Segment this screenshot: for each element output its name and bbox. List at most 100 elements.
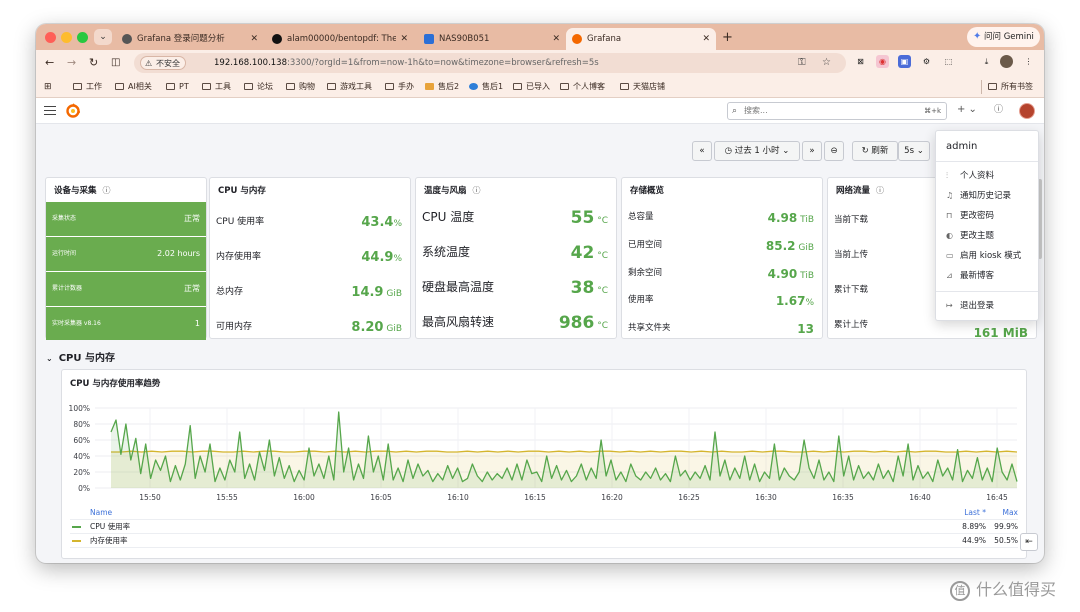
refresh-interval-select[interactable]: 5s ⌄ <box>898 141 930 161</box>
bookmark-folder[interactable]: 论坛 <box>244 80 273 94</box>
time-shift-forward-button[interactable]: » <box>802 141 822 161</box>
stat-row: 总容量 4.98 TiB <box>628 211 814 225</box>
address-bar[interactable]: ⚠ 不安全 192.168.100.138:3300/?orgId=1&from… <box>134 53 846 73</box>
bookmark-item[interactable]: 售后2 <box>425 80 459 94</box>
zoom-out-icon[interactable]: ⊖ <box>824 141 844 161</box>
browser-tab-3[interactable]: NAS90B051 ✕ <box>418 28 566 50</box>
site-info-chip[interactable]: ⚠ 不安全 <box>140 56 186 70</box>
add-menu-button[interactable]: + ⌄ <box>957 103 977 117</box>
extension-blue-icon[interactable]: ▣ <box>898 55 911 68</box>
search-input[interactable]: ⌕ 搜索... ⌘+k <box>727 102 947 120</box>
x-tick-label: 16:35 <box>832 493 854 502</box>
legend-row-cpu[interactable]: CPU 使用率 8.89% 99.9% <box>70 520 1018 534</box>
folder-icon <box>166 83 175 90</box>
key-icon[interactable]: ⚿ <box>798 56 806 70</box>
menu-icon[interactable] <box>44 106 56 115</box>
stat-row: 实时采集器 v8.16 1 <box>46 307 206 340</box>
extensions-icon[interactable]: ⬚ <box>942 55 955 68</box>
gemini-button[interactable]: ✦ 问问 Gemini <box>967 27 1040 47</box>
all-bookmarks[interactable]: 所有书签 <box>981 80 1033 94</box>
time-range-picker[interactable]: ◷ 过去 1 小时 ⌄ <box>714 141 800 161</box>
legend-last-header[interactable]: Last * <box>964 506 986 520</box>
browser-tab-2[interactable]: alam00000/bentopdf: The Pr ✕ <box>266 28 414 50</box>
folder-icon <box>513 83 522 90</box>
info-icon[interactable]: ⓘ <box>473 186 481 195</box>
folder-icon <box>327 83 336 90</box>
bookmark-folder[interactable]: 工作 <box>73 80 102 94</box>
browser-tab-1[interactable]: Grafana 登录问题分析 ✕ <box>116 28 264 50</box>
browser-menu-icon[interactable]: ⋮ <box>1022 55 1035 68</box>
menu-item-sign-out[interactable]: ↦ 退出登录 <box>946 299 1032 313</box>
extension-gear-icon[interactable]: ⚙ <box>920 55 933 68</box>
menu-item-change-password[interactable]: ⊓ 更改密码 <box>946 209 1032 223</box>
bookmark-folder[interactable]: 游戏工具 <box>327 80 372 94</box>
menu-item-change-theme[interactable]: ◐ 更改主题 <box>946 229 1032 243</box>
info-icon[interactable]: ⓘ <box>876 186 884 195</box>
bookmark-folder[interactable]: AI相关 <box>115 80 152 94</box>
close-window-button[interactable] <box>45 32 56 43</box>
section-row-cpu-memory[interactable]: ⌄ CPU 与内存 <box>46 349 115 364</box>
legend-max-header[interactable]: Max <box>1002 506 1018 520</box>
menu-item-latest-blog[interactable]: ⊿ 最新博客 <box>946 269 1032 283</box>
legend-name-header[interactable]: Name <box>90 506 112 520</box>
download-icon[interactable]: ⤓ <box>980 55 993 68</box>
user-avatar[interactable] <box>1019 103 1035 119</box>
warning-icon: ⚠ <box>145 59 153 68</box>
minimize-window-button[interactable] <box>61 32 72 43</box>
sidebar-toggle-icon[interactable]: ◫ <box>111 55 120 71</box>
grafana-logo-icon[interactable] <box>65 103 81 119</box>
menu-item-notifications[interactable]: ♫ 通知历史记录 <box>946 189 1032 203</box>
app-icon <box>469 83 478 90</box>
stat-row: 系统温度 42 °C <box>422 243 608 263</box>
forward-icon[interactable]: → <box>67 55 76 71</box>
time-shift-back-button[interactable]: « <box>692 141 712 161</box>
help-icon[interactable]: ⓘ <box>994 103 1003 117</box>
user-dropdown-menu: admin ⫶ 个人资料 ♫ 通知历史记录 ⊓ 更改密码 ◐ 更改主题 ▭ 启用 kios… <box>935 130 1039 321</box>
bookmark-folder[interactable]: PT <box>166 80 189 94</box>
y-tick-label: 60% <box>73 436 90 445</box>
bookmark-folder[interactable]: 工具 <box>202 80 231 94</box>
bookmark-folder[interactable]: 购物 <box>286 80 315 94</box>
apps-grid-icon[interactable]: ⊞ <box>44 80 52 94</box>
sign-out-icon: ↦ <box>946 301 953 310</box>
info-icon[interactable]: ⓘ <box>103 186 111 195</box>
url-text[interactable]: 192.168.100.138:3300/?orgId=1&from=now-1… <box>214 53 599 73</box>
refresh-button[interactable]: ↻ 刷新 <box>852 141 898 161</box>
bookmark-folder[interactable]: 天猫店铺 <box>620 80 665 94</box>
menu-item-kiosk-mode[interactable]: ▭ 启用 kiosk 模式 <box>946 249 1032 263</box>
bookmark-folder[interactable]: 已导入 <box>513 80 550 94</box>
close-tab-icon[interactable]: ✕ <box>552 28 560 50</box>
stat-row: 剩余空间 4.90 TiB <box>628 267 814 281</box>
clock-icon: ◷ <box>724 146 733 156</box>
menu-divider <box>936 161 1038 162</box>
extension-pink-icon[interactable]: ◉ <box>876 55 889 68</box>
nas-icon <box>424 34 434 44</box>
bookmark-folder[interactable]: 手办 <box>385 80 414 94</box>
profile-avatar[interactable] <box>1000 55 1013 68</box>
folder-icon <box>286 83 295 90</box>
maximize-window-button[interactable] <box>77 32 88 43</box>
panel-temperature-fan: 温度与风扇 ⓘ CPU 温度 55 °C 系统温度 42 °C 硬盘最高温度 38 °C… <box>415 177 617 339</box>
bookmark-folder[interactable]: 个人博客 <box>560 80 605 94</box>
back-icon[interactable]: ← <box>45 55 54 71</box>
bookmarks-bar: ⊞ 工作 AI相关 PT 工具 论坛 购物 游戏工具 手办 售后2 售后1 已导… <box>36 76 1044 98</box>
menu-item-profile[interactable]: ⫶ 个人资料 <box>946 169 1032 183</box>
tab-search-button[interactable]: ⌄ <box>94 29 112 45</box>
close-tab-icon[interactable]: ✕ <box>250 28 258 50</box>
browser-tab-active[interactable]: Grafana ✕ <box>566 28 716 50</box>
collapse-panel-icon[interactable]: ⇤ <box>1020 533 1038 551</box>
palette-icon: ◐ <box>946 231 953 240</box>
new-tab-button[interactable]: + <box>722 28 733 48</box>
watermark: 值什么值得买 <box>950 576 1056 601</box>
close-tab-icon[interactable]: ✕ <box>702 28 710 50</box>
legend-row-memory[interactable]: 内存使用率 44.9% 50.5% <box>70 534 1018 548</box>
reload-icon[interactable]: ↻ <box>89 55 98 71</box>
folder-icon <box>244 83 253 90</box>
search-icon: ⌕ <box>732 106 738 116</box>
bookmark-star-icon[interactable]: ☆ <box>822 56 831 70</box>
extension-puzzle-icon[interactable]: ⊠ <box>854 55 867 68</box>
bookmark-item[interactable]: 售后1 <box>469 80 503 94</box>
github-icon <box>272 34 282 44</box>
series-line <box>111 450 1018 453</box>
close-tab-icon[interactable]: ✕ <box>400 28 408 50</box>
